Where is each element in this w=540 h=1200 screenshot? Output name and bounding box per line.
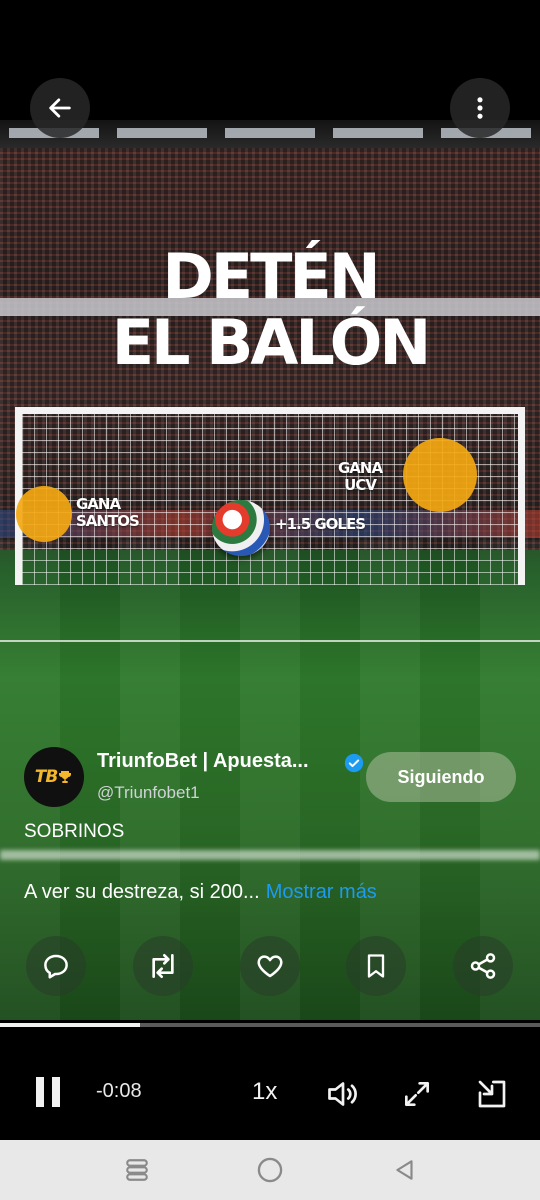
recents-icon — [126, 1159, 148, 1181]
reply-icon — [44, 954, 68, 979]
repost-icon — [152, 954, 174, 978]
bookmark-button[interactable] — [346, 936, 406, 996]
share-icon — [470, 953, 496, 979]
back-button[interactable] — [30, 78, 90, 138]
bookmark-icon — [367, 954, 385, 978]
home-button[interactable] — [254, 1154, 286, 1186]
author-name[interactable]: TriunfoBet | Apuesta... — [97, 750, 309, 773]
volume-icon — [328, 1082, 357, 1106]
caption-body: A ver su destreza, si 200... — [24, 881, 260, 903]
soccer-ball-icon — [212, 500, 270, 556]
ball-label: +1.5 GOLES — [275, 515, 366, 533]
avatar-text: TB — [34, 767, 59, 787]
headline-line1: DETÉN — [162, 240, 380, 313]
more-options-button[interactable] — [450, 78, 510, 138]
target-right-label: GANA UCV — [338, 459, 383, 494]
fullscreen-button[interactable] — [395, 1072, 439, 1116]
author-handle[interactable]: @Triunfobet1 — [97, 783, 200, 803]
post-author: TB TriunfoBet | Apuesta... @Triunfobet1 … — [24, 747, 516, 807]
trophy-icon — [59, 771, 72, 783]
headline-line2: EL BALÓN — [111, 306, 432, 379]
post-actions — [0, 936, 540, 996]
system-navigation-bar — [0, 1140, 540, 1200]
more-vertical-icon — [477, 97, 483, 119]
show-more-link[interactable]: Mostrar más — [266, 881, 377, 903]
heart-icon — [257, 955, 283, 978]
target-right — [403, 438, 477, 512]
progress-fill — [0, 1023, 141, 1027]
pitch-line — [0, 640, 540, 642]
fullscreen-icon — [405, 1082, 429, 1106]
avatar[interactable]: TB — [24, 747, 84, 807]
pitch-line-near — [0, 850, 540, 860]
like-button[interactable] — [240, 936, 300, 996]
share-button[interactable] — [453, 936, 513, 996]
following-button[interactable]: Siguiendo — [366, 752, 516, 802]
progress-bar[interactable] — [0, 1023, 540, 1027]
volume-button[interactable] — [321, 1072, 365, 1116]
reply-button[interactable] — [26, 936, 86, 996]
picture-in-picture-icon — [478, 1080, 506, 1108]
pause-icon — [36, 1077, 60, 1107]
back-triangle-icon — [396, 1160, 413, 1180]
repost-button[interactable] — [133, 936, 193, 996]
caption-text: A ver su destreza, si 200... Mostrar más — [24, 881, 377, 904]
picture-in-picture-button[interactable] — [470, 1072, 514, 1116]
video-controls: -0:08 1x — [0, 1020, 540, 1140]
playback-speed-button[interactable]: 1x — [252, 1078, 277, 1106]
verified-badge-icon — [344, 753, 364, 773]
arrow-left-icon — [49, 98, 71, 118]
recents-button[interactable] — [121, 1154, 153, 1186]
time-remaining: -0:08 — [96, 1080, 142, 1102]
pause-button[interactable] — [26, 1070, 70, 1114]
target-left — [16, 486, 72, 542]
home-icon — [257, 1157, 283, 1183]
system-back-button[interactable] — [389, 1154, 421, 1186]
caption-title: SOBRINOS — [24, 821, 125, 842]
target-left-label: GANA SANTOS — [76, 495, 140, 530]
